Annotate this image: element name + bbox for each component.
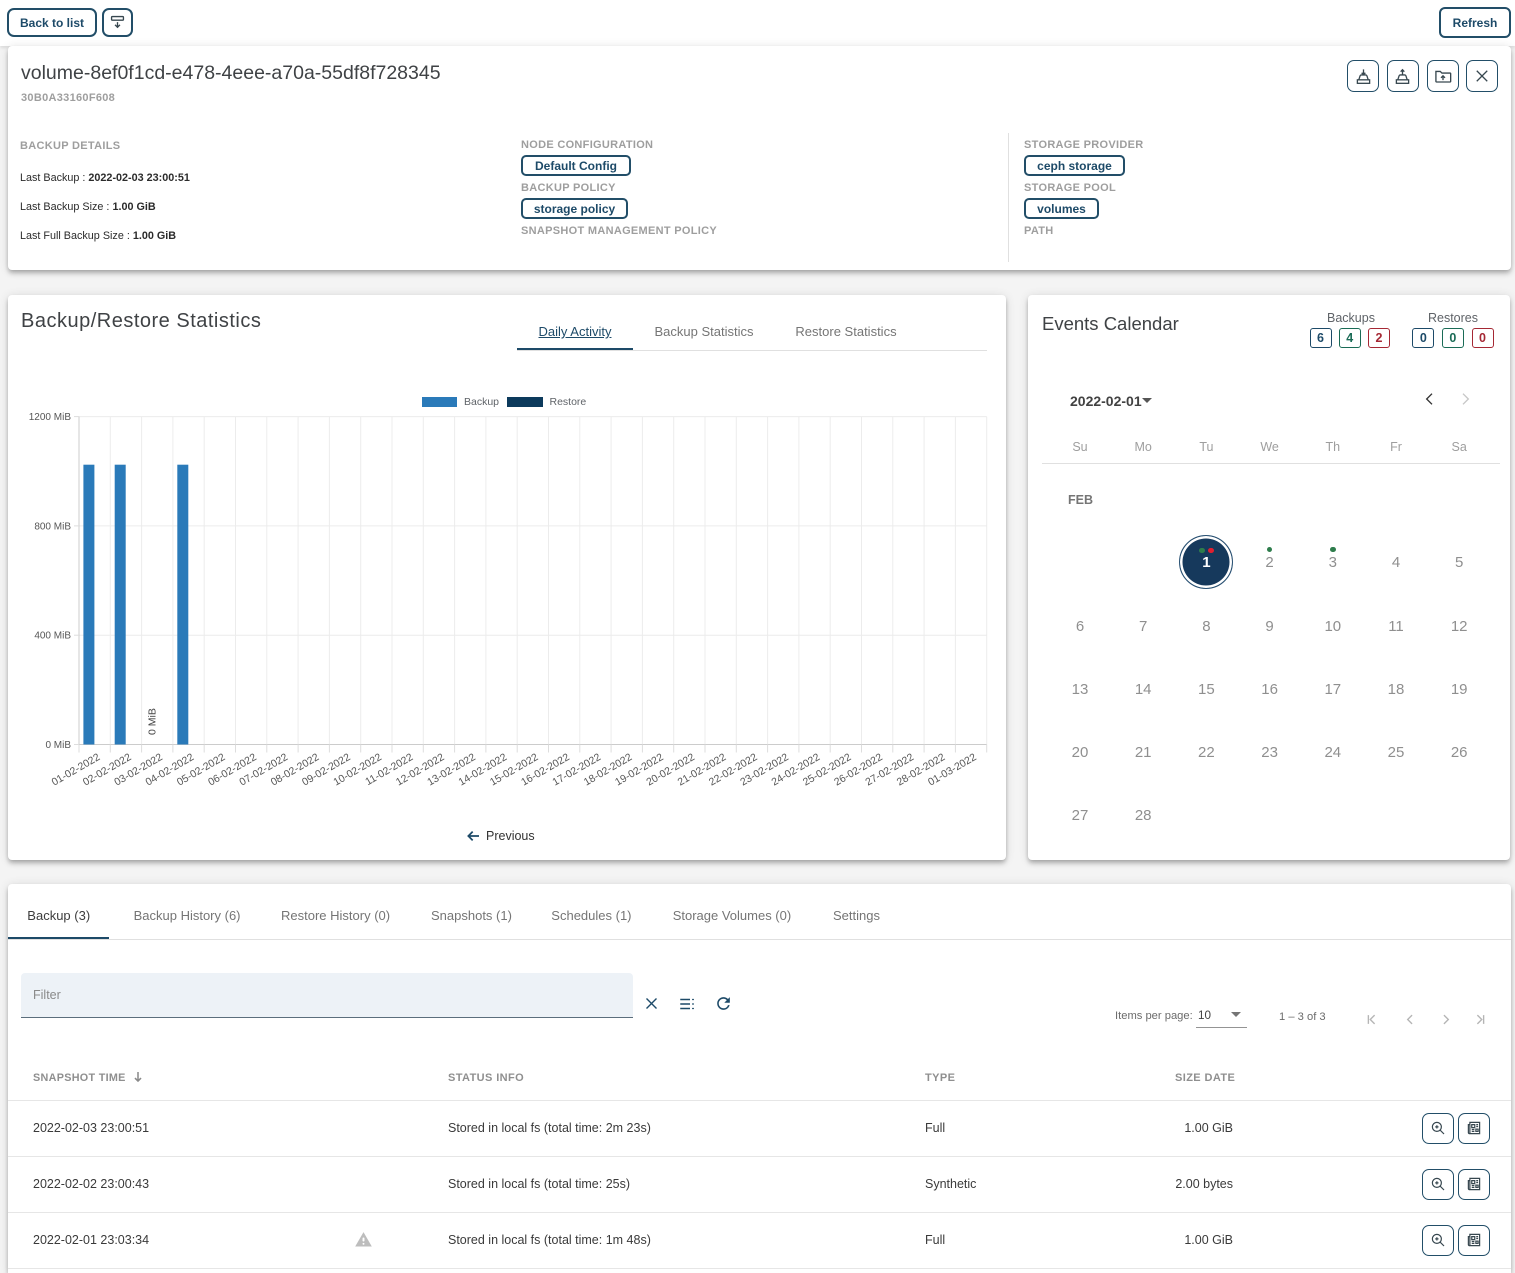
svg-text:1200 MiB: 1200 MiB: [29, 412, 72, 423]
svg-text:0 MiB: 0 MiB: [147, 708, 159, 735]
svg-text:400 MiB: 400 MiB: [34, 631, 71, 642]
svg-text:0 MiB: 0 MiB: [45, 740, 71, 751]
svg-text:800 MiB: 800 MiB: [34, 521, 71, 532]
